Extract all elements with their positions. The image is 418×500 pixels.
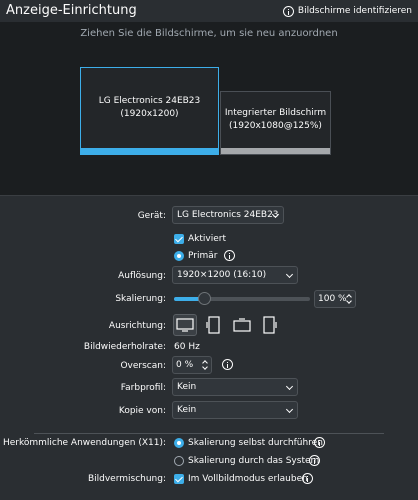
monitor-name: Integrierter Bildschirm <box>224 108 327 118</box>
device-label: Gerät: <box>137 211 166 221</box>
copy-from-value: Kein <box>177 405 197 415</box>
info-icon[interactable] <box>302 473 313 484</box>
checkbox-checked-icon <box>174 474 184 484</box>
scale-label: Skalierung: <box>115 294 166 304</box>
legacy-scale-self-label: Skalierung selbst durchführen <box>188 438 323 448</box>
scale-value: 100 % <box>318 294 347 304</box>
color-profile-label: Farbprofil: <box>120 383 166 393</box>
orientation-label: Ausrichtung: <box>108 321 166 331</box>
title-bar: Anzeige-Einrichtung Bildschirme identifi… <box>0 0 418 22</box>
fullscreen-blend-checkbox[interactable]: Im Vollbildmodus erlauben <box>174 474 308 484</box>
monitor-selection-bar <box>81 148 218 154</box>
copy-from-label: Kopie von: <box>118 406 166 416</box>
overscan-value: 0 % <box>176 360 194 370</box>
monitor-name: LG Electronics 24EB23 <box>98 96 201 106</box>
fullscreen-blend-label: Im Vollbildmodus erlauben <box>188 474 308 484</box>
monitor-integrated[interactable]: Integrierter Bildschirm (1920x1080@125%) <box>220 91 331 155</box>
enabled-label: Aktiviert <box>188 234 226 244</box>
enabled-checkbox[interactable]: Aktiviert <box>174 234 226 244</box>
orientation-inverted-button[interactable] <box>230 314 254 336</box>
screen-layout-canvas[interactable]: Ziehen Sie die Bildschirme, um sie neu a… <box>0 22 418 196</box>
resolution-combo[interactable]: 1920×1200 (16:10) <box>172 266 298 284</box>
chevron-down-icon[interactable] <box>346 298 352 304</box>
monitor-inverted-icon <box>233 318 251 332</box>
refresh-label: Bildwiederholrate: <box>83 342 166 352</box>
identify-screens-label: Bildschirme identifizieren <box>297 6 412 16</box>
primary-radio[interactable]: Primär <box>174 251 217 261</box>
legacy-apps-label: Herkömmliche Anwendungen (X11): <box>2 438 166 448</box>
monitor-bar <box>221 148 330 154</box>
info-icon <box>282 5 294 17</box>
arrange-hint: Ziehen Sie die Bildschirme, um sie neu a… <box>80 28 338 39</box>
radio-on-icon <box>174 251 184 261</box>
refresh-value: 60 Hz <box>174 342 200 352</box>
monitor-mode: (1920x1080@125%) <box>229 121 322 131</box>
device-value: LG Electronics 24EB23 <box>177 210 279 220</box>
scale-slider[interactable] <box>174 292 310 305</box>
window-title: Anzeige-Einrichtung <box>6 3 137 18</box>
chevron-down-icon <box>285 382 294 391</box>
overscan-spinbox[interactable]: 0 % <box>172 356 212 374</box>
info-icon[interactable] <box>314 437 325 448</box>
info-icon[interactable] <box>309 455 320 466</box>
info-icon[interactable] <box>224 250 235 261</box>
monitor-mode: (1920x1200) <box>120 109 179 119</box>
orientation-portrait-left-button[interactable] <box>201 314 225 336</box>
orientation-landscape-button[interactable] <box>173 314 197 336</box>
chevron-down-icon <box>285 405 294 414</box>
radio-off-icon <box>174 456 184 466</box>
scale-spinbox[interactable]: 100 % <box>314 290 356 308</box>
monitor-landscape-icon <box>176 318 194 332</box>
color-profile-value: Kein <box>177 382 197 392</box>
identify-screens-button[interactable]: Bildschirme identifizieren <box>282 4 412 18</box>
chevron-down-icon[interactable] <box>202 364 208 370</box>
legacy-scale-system-radio[interactable]: Skalierung durch das System <box>174 456 319 466</box>
section-divider <box>34 433 384 434</box>
checkbox-checked-icon <box>174 234 184 244</box>
device-combo[interactable]: LG Electronics 24EB23 <box>172 206 284 224</box>
radio-on-icon <box>174 438 184 448</box>
copy-from-combo[interactable]: Kein <box>172 401 298 419</box>
blending-label: Bildvermischung: <box>87 474 166 484</box>
primary-label: Primär <box>188 251 218 261</box>
legacy-scale-self-radio[interactable]: Skalierung selbst durchführen <box>174 438 323 448</box>
scale-slider-handle[interactable] <box>198 292 211 305</box>
resolution-value: 1920×1200 (16:10) <box>177 270 267 280</box>
resolution-label: Auflösung: <box>118 271 166 281</box>
color-profile-combo[interactable]: Kein <box>172 378 298 396</box>
settings-form: Gerät: LG Electronics 24EB23 Aktiviert P… <box>0 197 418 500</box>
orientation-portrait-right-button[interactable] <box>258 314 282 336</box>
monitor-portrait-left-icon <box>206 316 220 334</box>
monitor-lg-electronics[interactable]: LG Electronics 24EB23 (1920x1200) <box>80 67 219 155</box>
overscan-label: Overscan: <box>120 361 166 371</box>
legacy-scale-system-label: Skalierung durch das System <box>188 456 320 466</box>
info-icon[interactable] <box>222 359 233 370</box>
chevron-down-icon <box>285 270 294 279</box>
monitor-portrait-right-icon <box>263 316 277 334</box>
